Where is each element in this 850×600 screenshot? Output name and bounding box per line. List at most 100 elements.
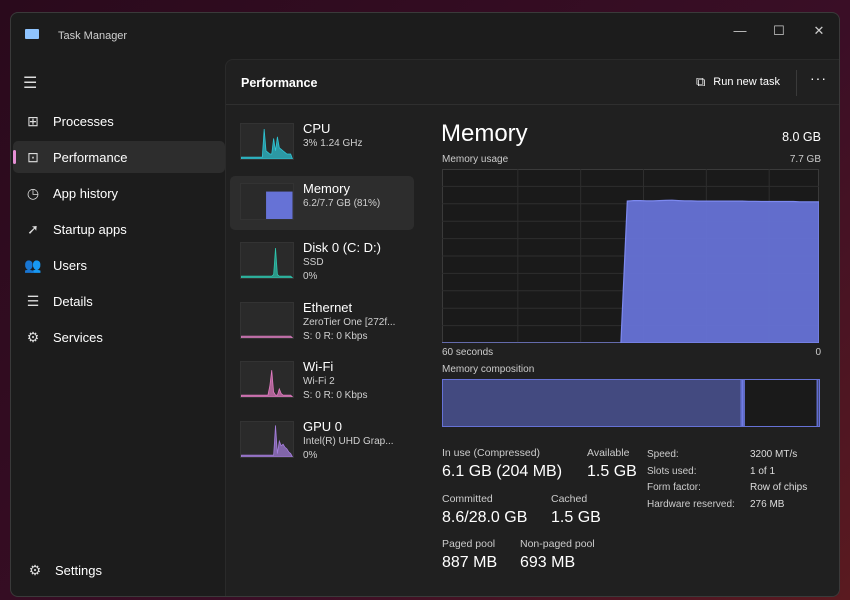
composition-free bbox=[817, 379, 820, 427]
x-axis-right-label: 0 bbox=[815, 347, 821, 358]
thumb-fill bbox=[266, 191, 293, 219]
stat-label: In use (Compressed) bbox=[442, 447, 541, 459]
thumb-graph bbox=[241, 128, 293, 159]
spec-label: Form factor: bbox=[647, 482, 701, 493]
sidebar-item-label: Startup apps bbox=[53, 221, 127, 237]
thumb-graph bbox=[241, 247, 293, 278]
device-memory[interactable]: Memory 6.2/7.7 GB (81%) bbox=[230, 175, 414, 230]
more-options-button[interactable]: ··· bbox=[810, 70, 827, 86]
stat-committed: Committed 8.6/28.0 GB bbox=[442, 493, 527, 527]
memory-composition-label: Memory composition bbox=[442, 364, 535, 375]
device-detail: 6.2/7.7 GB (81%) bbox=[303, 197, 381, 209]
x-axis-left-label: 60 seconds bbox=[442, 347, 494, 358]
sidebar-item-label: Users bbox=[53, 257, 87, 273]
sidebar-item-label: Performance bbox=[53, 149, 128, 165]
sidebar-item-label: Services bbox=[53, 329, 103, 345]
memory-usage-graph bbox=[442, 169, 819, 343]
close-button[interactable]: ✕ bbox=[799, 19, 839, 43]
memory-usage-max: 7.7 GB bbox=[789, 154, 821, 165]
stat-paged: Paged pool 887 MB bbox=[442, 538, 497, 572]
sidebar-item-label: App history bbox=[53, 185, 119, 201]
run-new-task-button[interactable]: ⧉ Run new task bbox=[696, 74, 780, 90]
spec-label: Speed: bbox=[647, 449, 679, 460]
stat-value: 693 MB bbox=[520, 554, 576, 571]
device-gpu[interactable]: GPU 0 Intel(R) UHD Grap... 0% bbox=[230, 414, 414, 468]
sidebar-item-label: Processes bbox=[53, 113, 114, 129]
sidebar-item-services[interactable]: ⚙ Services bbox=[13, 321, 225, 353]
page-title: Performance bbox=[241, 76, 318, 90]
composition-standby bbox=[743, 379, 818, 427]
details-icon: ☰ bbox=[26, 292, 40, 309]
device-detail: ZeroTier One [272f... bbox=[303, 316, 396, 328]
memory-specs: Speed: 3200 MT/s Slots used: 1 of 1 Form fac… bbox=[647, 447, 807, 513]
device-detail: Wi-Fi 2 bbox=[303, 376, 335, 387]
device-thumbnail-graph bbox=[240, 182, 294, 220]
window-title: Task Manager bbox=[58, 30, 128, 42]
stat-in: In use (Compressed) 6.1 GB (204 MB) bbox=[442, 447, 562, 481]
spec-value: 276 MB bbox=[750, 498, 785, 510]
device-thumbnail-graph bbox=[240, 420, 294, 458]
sidebar-item-performance[interactable]: ⊡ Performance bbox=[13, 141, 225, 173]
device-detail: Intel(R) UHD Grap... bbox=[303, 435, 394, 447]
stat-label: Non-paged pool bbox=[520, 538, 595, 550]
spec-row: Speed: 3200 MT/s bbox=[647, 447, 807, 464]
spec-row: Slots used: 1 of 1 bbox=[647, 464, 807, 481]
memory-total: 8.0 GB bbox=[782, 130, 821, 144]
device-thumbnail-graph bbox=[240, 361, 294, 398]
device-name: Ethernet bbox=[303, 299, 353, 315]
spec-value: 3200 MT/s bbox=[750, 449, 798, 460]
spec-label: Hardware reserved: bbox=[647, 498, 735, 510]
spec-row: Form factor: Row of chips bbox=[647, 480, 807, 497]
minimize-button[interactable]: — bbox=[720, 19, 760, 43]
sidebar-item-startup-apps[interactable]: ➚ Startup apps bbox=[13, 213, 225, 245]
device-cpu[interactable]: CPU 3% 1.24 GHz bbox=[230, 116, 414, 170]
device-thumbnail-graph bbox=[240, 242, 294, 279]
thumb-graph bbox=[241, 424, 293, 457]
device-detail: 3% 1.24 GHz bbox=[303, 138, 363, 149]
sidebar-nav: ⊞ Processes ⊡ Performance ◷ App history ➚ Start… bbox=[11, 101, 225, 357]
spec-value: 1 of 1 bbox=[750, 465, 776, 477]
stat-value: 887 MB bbox=[442, 554, 498, 571]
hamburger-menu-icon[interactable]: ☰ bbox=[23, 73, 37, 93]
device-disk[interactable]: Disk 0 (C: D:) SSD 0% bbox=[230, 235, 414, 289]
stat-available: Available 1.5 GB bbox=[587, 447, 637, 481]
gear-icon: ⚙ bbox=[28, 561, 42, 578]
title-bar: Task Manager — ☐ ✕ bbox=[11, 13, 839, 59]
task-manager-icon bbox=[25, 29, 39, 39]
run-task-icon: ⧉ bbox=[696, 74, 706, 89]
divider bbox=[796, 70, 797, 96]
sidebar-item-settings[interactable]: ⚙ Settings bbox=[15, 554, 225, 586]
memory-composition-bar bbox=[442, 379, 820, 427]
stat-label: Available bbox=[587, 447, 630, 459]
device-detail: S: 0 R: 0 Kbps bbox=[303, 330, 368, 342]
content-header: Performance ⧉ Run new task ··· bbox=[226, 60, 839, 105]
thumb-graph bbox=[241, 370, 293, 397]
performance-content: Performance ⧉ Run new task ··· CPU 3% 1.2… bbox=[225, 59, 839, 596]
sidebar-item-users[interactable]: 👥 Users bbox=[13, 249, 225, 281]
device-name: CPU bbox=[303, 121, 331, 136]
spec-label: Slots used: bbox=[647, 465, 697, 477]
sidebar-item-details[interactable]: ☰ Details bbox=[13, 285, 225, 317]
stat-label: Committed bbox=[442, 493, 493, 505]
device-detail: S: 0 R: 0 Kbps bbox=[303, 390, 368, 401]
stat-non-paged: Non-paged pool 693 MB bbox=[520, 538, 595, 572]
device-thumbnail-graph bbox=[240, 123, 294, 160]
stat-value: 1.5 GB bbox=[587, 463, 637, 480]
history-icon: ◷ bbox=[26, 184, 40, 201]
thumb-graph bbox=[241, 335, 293, 338]
task-manager-window: Task Manager — ☐ ✕ ☰ ⊞ Processes ⊡ Performa… bbox=[10, 12, 840, 597]
services-icon: ⚙ bbox=[26, 328, 40, 345]
startup-icon: ➚ bbox=[27, 220, 39, 237]
maximize-button[interactable]: ☐ bbox=[759, 19, 799, 43]
sidebar-item-app-history[interactable]: ◷ App history bbox=[13, 177, 225, 209]
device-ethernet[interactable]: Ethernet ZeroTier One [272f... S: 0 R: 0 K… bbox=[230, 295, 414, 349]
stat-value: 8.6/28.0 GB bbox=[442, 509, 528, 526]
device-name: Wi-Fi bbox=[303, 359, 334, 374]
sidebar-item-label: Details bbox=[53, 293, 93, 309]
device-wi-fi[interactable]: Wi-Fi Wi-Fi 2 S: 0 R: 0 Kbps bbox=[230, 354, 414, 408]
memory-title: Memory bbox=[441, 120, 528, 147]
device-name: Disk 0 (C: D:) bbox=[303, 240, 381, 255]
users-icon: 👥 bbox=[24, 256, 42, 273]
sidebar-item-processes[interactable]: ⊞ Processes bbox=[13, 105, 225, 137]
memory-usage-label: Memory usage bbox=[442, 154, 509, 165]
